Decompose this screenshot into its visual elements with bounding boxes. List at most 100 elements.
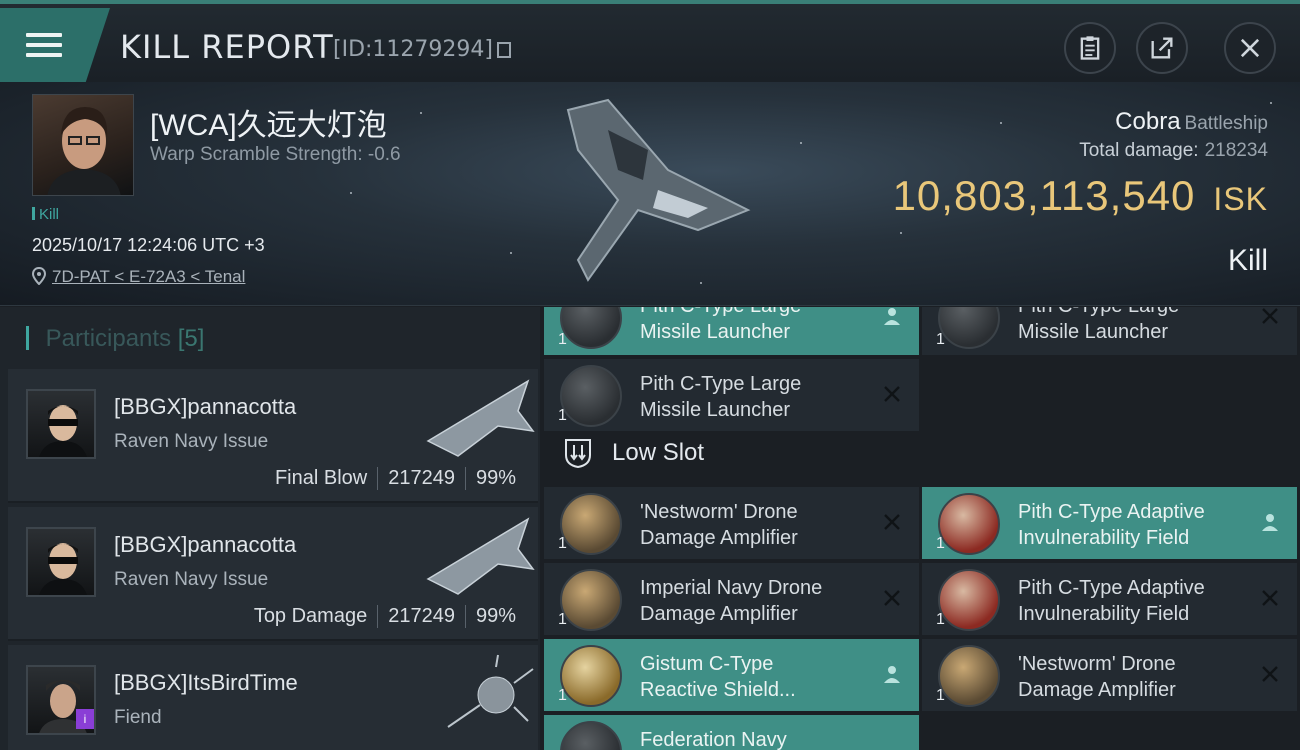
slot-qty: 1 xyxy=(936,331,945,348)
fit-slot[interactable]: 1 Imperial Navy Drone Damage Amplifier xyxy=(544,563,919,635)
participant-name: [BBGX]pannacotta xyxy=(114,394,297,419)
module-name: Federation Navy xyxy=(640,729,787,750)
participant-portrait-icon xyxy=(39,543,87,595)
x-icon xyxy=(884,590,900,606)
report-id-text: [ID:11279294] xyxy=(333,37,493,62)
ship-type: Cobra Battleship xyxy=(1115,108,1268,136)
fit-slot[interactable]: 1 Pith C-Type Adaptive Invulnerability F… xyxy=(922,487,1297,559)
ship-icon xyxy=(447,654,534,728)
x-icon xyxy=(1262,590,1278,606)
slot-qty: 1 xyxy=(558,535,567,552)
total-damage: Total damage: 218234 xyxy=(1079,140,1268,162)
reactive-shield-icon xyxy=(560,645,622,707)
participant-ship: Fiend xyxy=(114,707,162,728)
isk-value: 10,803,113,540 ISK xyxy=(893,172,1268,220)
participant-card[interactable]: [BBGX]pannacotta Raven Navy Issue Final … xyxy=(8,369,538,503)
person-icon xyxy=(1262,514,1278,531)
module-name: Pith C-Type Large Missile Launcher xyxy=(640,307,801,343)
fit-slot[interactable]: 1 Pith C-Type Adaptive Invulnerability F… xyxy=(922,563,1297,635)
drone-amplifier-icon xyxy=(560,493,622,555)
participant-avatar xyxy=(26,389,96,459)
slot-qty: 1 xyxy=(936,535,945,552)
total-damage-label: Total damage: xyxy=(1079,140,1199,161)
slot-qty: 1 xyxy=(558,407,567,424)
participant-damage: 217249 xyxy=(377,467,465,490)
participant-name: [BBGX]pannacotta xyxy=(114,532,297,557)
slot-qty: 1 xyxy=(936,687,945,704)
clipboard-icon xyxy=(1080,36,1100,60)
module-name: Pith C-Type Adaptive Invulnerability Fie… xyxy=(1018,577,1205,625)
participant-stats: Top Damage 217249 99% xyxy=(244,605,526,628)
victim-name[interactable]: [WCA]久远大灯泡 xyxy=(150,100,387,144)
missile-launcher-icon xyxy=(938,307,1000,349)
missile-launcher-icon xyxy=(560,365,622,427)
fit-slot[interactable]: 1 'Nestworm' Drone Damage Amplifier xyxy=(922,639,1297,711)
participant-role: Top Damage xyxy=(253,605,368,627)
module-name: 'Nestworm' Drone Damage Amplifier xyxy=(1018,653,1176,701)
participant-avatar xyxy=(26,527,96,597)
close-button[interactable] xyxy=(1224,22,1276,74)
module-name: Imperial Navy Drone Damage Amplifier xyxy=(640,577,823,625)
ship-name[interactable]: Cobra xyxy=(1115,108,1180,135)
x-icon xyxy=(884,514,900,530)
module-icon xyxy=(560,721,622,750)
drone-amplifier-icon xyxy=(560,569,622,631)
ship-icon xyxy=(426,379,535,457)
participants-label: Participants xyxy=(45,325,172,352)
report-id: [ID:11279294] xyxy=(333,37,511,62)
module-name: Pith C-Type Large Missile Launcher xyxy=(1018,307,1179,343)
module-name: Gistum C-Type Reactive Shield... xyxy=(640,653,796,701)
share-button[interactable] xyxy=(1136,22,1188,74)
kill-tag: Kill xyxy=(32,206,59,223)
module-name: 'Nestworm' Drone Damage Amplifier xyxy=(640,501,798,549)
total-damage-value: 218234 xyxy=(1204,140,1268,161)
ship-icon xyxy=(426,517,535,595)
invulnerability-field-icon xyxy=(938,493,1000,555)
fit-slot[interactable]: 1 Pith C-Type Large Missile Launcher xyxy=(544,307,919,355)
x-icon xyxy=(1262,666,1278,682)
participant-ship: Raven Navy Issue xyxy=(114,569,269,590)
result-label: Kill xyxy=(1227,244,1268,277)
participant-card[interactable]: i [BBGX]ItsBirdTime Fiend xyxy=(8,645,538,750)
participant-percent: 99% xyxy=(464,467,526,490)
participant-card[interactable]: [BBGX]pannacotta Raven Navy Issue Top Da… xyxy=(8,507,538,641)
fit-slot[interactable]: 1 Pith C-Type Large Missile Launcher xyxy=(544,359,919,431)
menu-icon xyxy=(26,31,62,59)
copy-icon[interactable] xyxy=(496,42,511,58)
participants-header: Participants [5] xyxy=(26,325,205,353)
module-name: Pith C-Type Adaptive Invulnerability Fie… xyxy=(1018,501,1205,549)
slot-qty: 1 xyxy=(558,687,567,704)
person-icon xyxy=(884,308,900,325)
participants-count: [5] xyxy=(177,325,205,352)
location-link[interactable]: 7D-PAT < E-72A3 < Tenal xyxy=(52,267,245,286)
participant-portrait-icon xyxy=(39,405,87,457)
participant-damage: 217249 xyxy=(377,605,465,628)
badge-icon: i xyxy=(76,709,94,729)
slot-qty: 1 xyxy=(558,611,567,628)
isk-unit: ISK xyxy=(1213,181,1268,217)
fitting-panel: 1 Pith C-Type Large Missile Launcher 1 P… xyxy=(544,307,1300,750)
menu-button[interactable] xyxy=(0,8,110,82)
kill-datetime: 2025/10/17 12:24:06 UTC +3 xyxy=(32,235,265,255)
drone-amplifier-icon xyxy=(938,645,1000,707)
ship-class: Battleship xyxy=(1184,113,1268,134)
clipboard-button[interactable] xyxy=(1064,22,1116,74)
fit-slot[interactable]: 1 'Nestworm' Drone Damage Amplifier xyxy=(544,487,919,559)
fit-slot[interactable]: 1 Gistum C-Type Reactive Shield... xyxy=(544,639,919,711)
participant-percent: 99% xyxy=(464,605,526,628)
x-icon xyxy=(1262,308,1278,324)
location-pin-icon xyxy=(32,267,46,285)
isk-amount: 10,803,113,540 xyxy=(892,172,1196,219)
x-icon xyxy=(884,386,900,402)
low-slot-header: Low Slot xyxy=(562,437,704,469)
location[interactable]: 7D-PAT < E-72A3 < Tenal xyxy=(32,267,245,287)
victim-portrait-icon xyxy=(47,107,121,195)
participant-avatar: i xyxy=(26,665,96,735)
ship-render-icon xyxy=(566,98,751,282)
participants-panel: Participants [5] [BBGX]pannacotta Raven … xyxy=(0,307,540,750)
victim-avatar[interactable] xyxy=(32,94,134,196)
share-icon xyxy=(1151,37,1173,59)
invulnerability-field-icon xyxy=(938,569,1000,631)
fit-slot[interactable]: Federation Navy xyxy=(544,715,919,750)
fit-slot[interactable]: 1 Pith C-Type Large Missile Launcher xyxy=(922,307,1297,355)
